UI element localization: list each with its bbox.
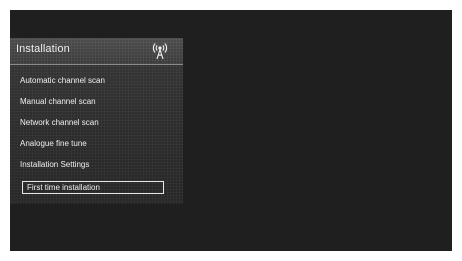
menu-item-analogue-fine-tune[interactable]: Analogue fine tune bbox=[20, 137, 87, 150]
tv-screen: Installation Automatic channel scan Manu… bbox=[10, 10, 452, 251]
menu-item-automatic-channel-scan[interactable]: Automatic channel scan bbox=[20, 74, 105, 87]
menu-header: Installation bbox=[10, 38, 183, 65]
menu-item-manual-channel-scan[interactable]: Manual channel scan bbox=[20, 95, 96, 108]
menu-item-installation-settings[interactable]: Installation Settings bbox=[20, 158, 89, 171]
menu-title: Installation bbox=[16, 43, 70, 55]
installation-menu: Installation Automatic channel scan Manu… bbox=[10, 38, 183, 204]
antenna-icon bbox=[152, 42, 168, 60]
menu-item-network-channel-scan[interactable]: Network channel scan bbox=[20, 116, 99, 129]
menu-item-first-time-installation[interactable]: First time installation bbox=[22, 181, 164, 194]
